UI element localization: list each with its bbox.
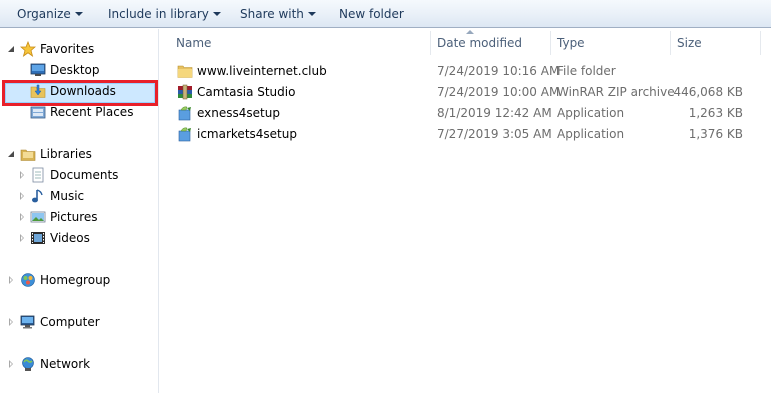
- column-divider[interactable]: [430, 31, 431, 55]
- expand-arrow-icon[interactable]: [9, 276, 13, 284]
- installer-icon: [178, 106, 191, 121]
- include-in-library-button[interactable]: Include in library: [108, 0, 221, 28]
- nav-item-desktop[interactable]: Desktop: [0, 60, 158, 80]
- nav-item-computer[interactable]: Computer: [0, 312, 158, 332]
- share-with-label: Share with: [240, 7, 304, 21]
- nav-item-videos[interactable]: Videos: [0, 228, 158, 248]
- nav-label: Libraries: [40, 147, 92, 161]
- nav-item-documents[interactable]: Documents: [0, 165, 158, 185]
- nav-label: Favorites: [40, 42, 95, 56]
- file-name: icmarkets4setup: [197, 127, 297, 141]
- pictures-icon: [30, 211, 46, 223]
- pane-divider[interactable]: [158, 29, 159, 393]
- expand-arrow-icon[interactable]: [20, 192, 24, 200]
- file-row[interactable]: exness4setup 8/1/2019 12:42 AM Applicati…: [170, 103, 771, 124]
- file-date: 8/1/2019 12:42 AM: [437, 106, 552, 120]
- expand-arrow-icon[interactable]: [20, 234, 24, 242]
- folder-icon: [177, 65, 193, 78]
- column-divider[interactable]: [670, 31, 671, 55]
- nav-label: Documents: [50, 168, 119, 182]
- column-header-label: Name: [176, 36, 212, 50]
- computer-icon: [20, 315, 35, 329]
- nav-item-music[interactable]: Music: [0, 186, 158, 206]
- red-highlight-box: [2, 80, 158, 106]
- winrar-archive-icon: [178, 84, 192, 100]
- nav-label: Network: [40, 357, 91, 371]
- expand-arrow-icon[interactable]: [9, 360, 13, 368]
- column-header-name[interactable]: Name: [176, 29, 430, 57]
- nav-label: Pictures: [50, 210, 98, 224]
- file-size: 446,068 KB: [673, 85, 743, 99]
- column-divider[interactable]: [760, 31, 761, 55]
- homegroup-icon: [21, 273, 35, 287]
- recent-places-icon: [30, 106, 46, 119]
- expand-arrow-icon[interactable]: [8, 46, 14, 52]
- column-header-label: Size: [677, 36, 702, 50]
- music-note-icon: [32, 189, 43, 203]
- file-row[interactable]: icmarkets4setup 7/27/2019 3:05 AM Applic…: [170, 124, 771, 145]
- nav-label: Desktop: [50, 63, 100, 77]
- expand-arrow-icon[interactable]: [9, 318, 13, 326]
- file-size: 1,263 KB: [688, 106, 743, 120]
- documents-icon: [32, 167, 44, 183]
- nav-label: Homegroup: [40, 273, 111, 287]
- file-date: 7/24/2019 10:16 AM: [437, 64, 560, 78]
- file-type: WinRAR ZIP archive: [557, 85, 675, 99]
- nav-label: Computer: [40, 315, 100, 329]
- nav-label: Videos: [50, 231, 90, 245]
- share-with-button[interactable]: Share with: [240, 0, 316, 28]
- organize-button[interactable]: Organize: [17, 0, 83, 28]
- file-type: File folder: [557, 64, 616, 78]
- nav-item-libraries[interactable]: Libraries: [0, 144, 158, 164]
- desktop-icon: [30, 63, 46, 76]
- include-in-library-label: Include in library: [108, 7, 209, 21]
- file-name: www.liveinternet.club: [197, 64, 327, 78]
- nav-item-pictures[interactable]: Pictures: [0, 207, 158, 227]
- chevron-down-icon: [212, 12, 221, 16]
- nav-item-network[interactable]: Network: [0, 354, 158, 374]
- column-header-size[interactable]: Size: [677, 29, 757, 57]
- file-name: exness4setup: [197, 106, 280, 120]
- column-header-label: Date modified: [437, 36, 523, 50]
- installer-icon: [178, 127, 191, 142]
- file-size: 1,376 KB: [688, 127, 743, 141]
- organize-label: Organize: [17, 7, 71, 21]
- nav-item-favorites[interactable]: Favorites: [0, 39, 158, 59]
- command-bar: Organize Include in library Share with N…: [0, 0, 771, 28]
- file-name: Camtasia Studio: [197, 85, 296, 99]
- film-strip-icon: [31, 232, 45, 244]
- expand-arrow-icon[interactable]: [20, 213, 24, 221]
- libraries-icon: [20, 149, 36, 161]
- file-type: Application: [557, 127, 625, 141]
- file-type: Application: [557, 106, 625, 120]
- new-folder-label: New folder: [339, 7, 404, 21]
- column-header-label: Type: [557, 36, 585, 50]
- file-row[interactable]: www.liveinternet.club 7/24/2019 10:16 AM…: [170, 61, 771, 82]
- chevron-down-icon: [74, 12, 83, 16]
- column-divider[interactable]: [550, 31, 551, 55]
- expand-arrow-icon[interactable]: [8, 151, 14, 157]
- column-header-date-modified[interactable]: Date modified: [437, 29, 550, 57]
- new-folder-button[interactable]: New folder: [339, 0, 404, 28]
- expand-arrow-icon[interactable]: [20, 171, 24, 179]
- file-row[interactable]: Camtasia Studio 7/24/2019 10:00 AM WinRA…: [170, 82, 771, 103]
- file-date: 7/27/2019 3:05 AM: [437, 127, 552, 141]
- nav-item-homegroup[interactable]: Homegroup: [0, 270, 158, 290]
- column-header-type[interactable]: Type: [557, 29, 669, 57]
- file-date: 7/24/2019 10:00 AM: [437, 85, 560, 99]
- network-icon: [22, 357, 34, 371]
- nav-label: Music: [50, 189, 85, 203]
- column-header-row: Name Date modified Type Size: [170, 29, 771, 57]
- chevron-down-icon: [307, 12, 316, 16]
- star-icon: [20, 41, 36, 57]
